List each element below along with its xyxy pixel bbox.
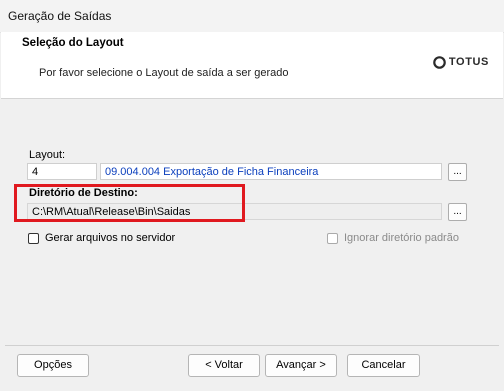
totvs-logo-icon — [433, 55, 446, 69]
layout-browse-button[interactable]: ... — [448, 163, 467, 181]
layout-code-input[interactable]: 4 — [27, 163, 97, 180]
window-title: Geração de Saídas — [8, 9, 112, 23]
next-button[interactable]: Avançar > — [265, 354, 337, 377]
ignore-default-dir-label: Ignorar diretório padrão — [344, 232, 459, 244]
server-files-label: Gerar arquivos no servidor — [45, 232, 176, 244]
ignore-default-dir-checkbox[interactable]: Ignorar diretório padrão — [327, 232, 459, 244]
options-button[interactable]: Opções — [17, 354, 89, 377]
layout-name-field[interactable]: 09.004.004 Exportação de Ficha Financeir… — [100, 163, 442, 180]
highlight-box — [14, 184, 245, 222]
totvs-logo: TOTUS — [433, 55, 489, 69]
layout-label: Layout: — [29, 149, 66, 161]
destination-browse-button[interactable]: ... — [448, 203, 467, 221]
logo-text: TOTUS — [448, 56, 489, 68]
title-bar: Geração de Saídas — [0, 0, 504, 33]
page-subtitle: Por favor selecione o Layout de saída a … — [39, 67, 289, 79]
cancel-button[interactable]: Cancelar — [347, 354, 420, 377]
page-title: Seleção do Layout — [22, 37, 124, 49]
checkbox-box[interactable] — [327, 232, 338, 244]
server-files-checkbox[interactable]: Gerar arquivos no servidor — [28, 232, 175, 244]
back-button[interactable]: < Voltar — [188, 354, 260, 377]
checkbox-box[interactable] — [28, 232, 39, 244]
wizard-header: Seleção do Layout Por favor selecione o … — [1, 32, 503, 99]
footer-divider — [5, 345, 499, 346]
